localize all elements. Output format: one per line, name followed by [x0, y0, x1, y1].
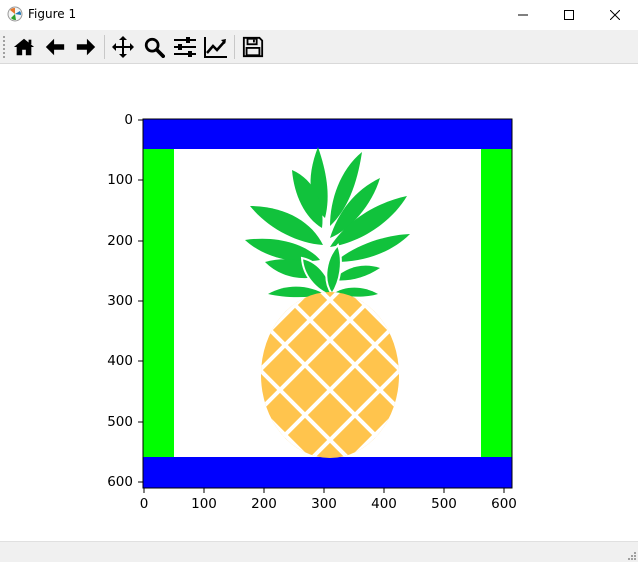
- x-tick-label: 0: [139, 496, 149, 512]
- y-tick-label: 400: [107, 353, 133, 369]
- x-tick-label: 600: [491, 496, 517, 512]
- y-tick-label: 0: [124, 112, 133, 128]
- x-tick-label: 200: [251, 496, 277, 512]
- image-content: [143, 119, 512, 488]
- left-green-border: [143, 149, 174, 457]
- y-tick-label: 100: [107, 172, 133, 188]
- x-tick-label: 300: [311, 496, 337, 512]
- y-ticks: [138, 119, 143, 483]
- y-tick-label: 300: [107, 293, 133, 309]
- y-tick-label: 600: [107, 474, 133, 490]
- x-ticks: [143, 488, 505, 493]
- x-tick-label: 100: [191, 496, 217, 512]
- bottom-blue-border: [143, 457, 512, 488]
- y-tick-label: 500: [107, 414, 133, 430]
- right-green-border: [481, 149, 512, 457]
- top-blue-border: [143, 119, 512, 149]
- x-tick-label: 400: [371, 496, 397, 512]
- status-bar: [0, 541, 638, 562]
- y-tick-label: 200: [107, 233, 133, 249]
- resize-grip-icon[interactable]: [626, 550, 636, 560]
- x-tick-label: 500: [431, 496, 457, 512]
